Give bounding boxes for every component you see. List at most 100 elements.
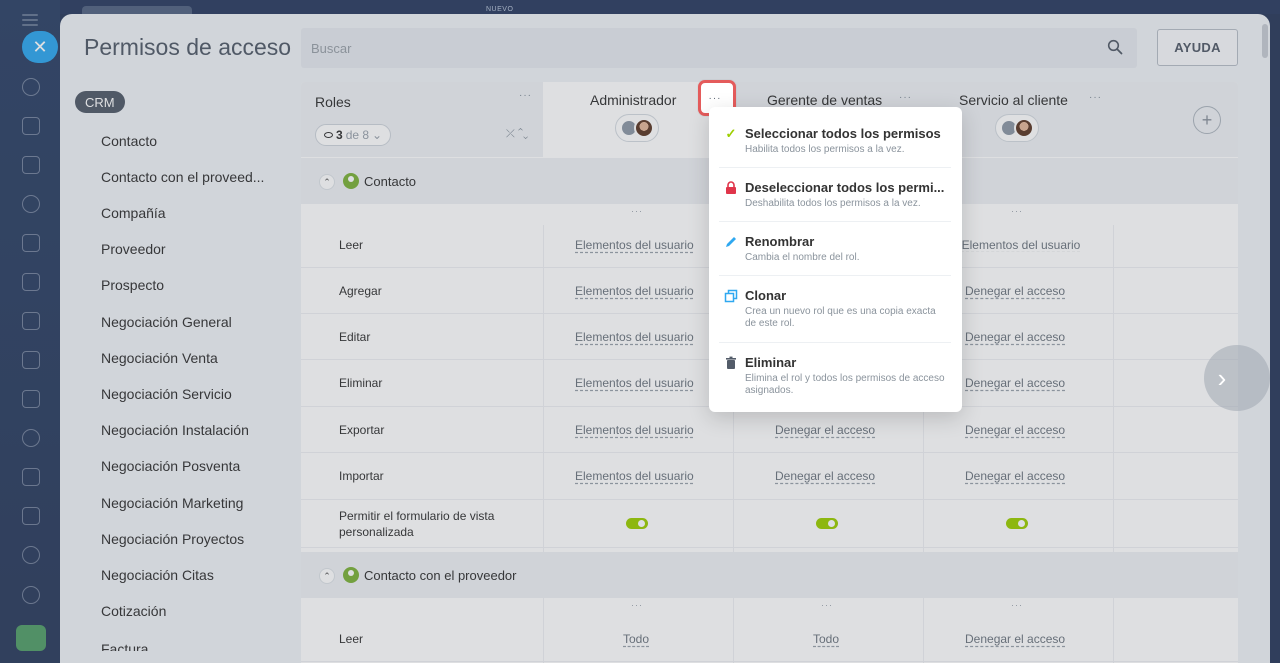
scrollbar[interactable] (1262, 24, 1268, 58)
nav-item-contacto[interactable]: Contacto (101, 133, 157, 149)
chevron-up-icon[interactable]: ⌃ (319, 568, 335, 584)
service-avatars[interactable] (995, 114, 1039, 142)
trash-icon (726, 356, 736, 369)
rocket-icon[interactable] (16, 625, 46, 651)
menu-item-title: Eliminar (745, 355, 797, 370)
tasks-icon[interactable] (22, 468, 40, 486)
search-icon[interactable] (1107, 39, 1123, 55)
collapse-expand-icon[interactable]: ⤫ ⌃⌄ (506, 128, 528, 141)
funnel-icon[interactable] (22, 507, 40, 525)
document-icon[interactable] (22, 273, 40, 291)
nav-item-negociacion-proyectos[interactable]: Negociación Proyectos (101, 531, 244, 547)
search-input[interactable] (311, 28, 1071, 68)
lock-icon (726, 181, 736, 194)
menu-divider (719, 275, 951, 276)
nav-item-factura[interactable]: Factura (101, 641, 148, 651)
row-label: Importar (339, 469, 384, 483)
row-label: Permitir el formulario de vista personal… (339, 509, 495, 539)
nav-item-cotizacion[interactable]: Cotización (101, 603, 166, 619)
nav-item-negociacion-venta[interactable]: Negociación Venta (101, 350, 218, 366)
role-actions-menu: ✓ Seleccionar todos los permisos Habilit… (709, 107, 962, 412)
close-slider-button[interactable]: ✕ (22, 31, 58, 63)
nav-item-compania[interactable]: Compañía (101, 205, 166, 221)
next-arrow-button[interactable]: › (1204, 345, 1270, 411)
permission-cell[interactable]: Elementos del usuario (575, 423, 694, 437)
menu-item-title: Renombrar (745, 234, 815, 249)
permission-cell[interactable]: Elementos del usuario (961, 238, 1081, 252)
row-label: Leer (339, 238, 364, 252)
menu-icon[interactable] (22, 14, 38, 26)
table-row: Permitir el formulario de vista personal… (301, 500, 1238, 548)
service-more-icon[interactable]: ··· (1089, 92, 1102, 103)
roles-label: Roles (315, 94, 351, 110)
crm-section-badge: CRM (75, 91, 125, 113)
toggle-switch[interactable] (626, 518, 648, 529)
permission-cell[interactable]: Denegar el acceso (965, 376, 1065, 390)
table-row: Leer Todo Todo Denegar el acceso (301, 616, 1238, 662)
admin-avatars[interactable] (615, 114, 659, 142)
toggle-switch[interactable] (816, 518, 838, 529)
sites-icon[interactable] (22, 312, 40, 330)
nav-item-negociacion-instalacion[interactable]: Negociación Instalación (101, 422, 249, 438)
permission-cell[interactable]: Elementos del usuario (575, 376, 694, 390)
chevron-down-icon: ⌄ (372, 128, 383, 142)
permission-cell[interactable]: Elementos del usuario (575, 469, 694, 483)
column-more-icon[interactable]: ··· (821, 600, 833, 610)
chevron-up-icon[interactable]: ⌃ (319, 174, 335, 190)
menu-item-title: Clonar (745, 288, 787, 303)
permission-cell[interactable]: Elementos del usuario (575, 330, 694, 344)
permission-cell[interactable]: Denegar el acceso (775, 423, 875, 437)
permission-cell[interactable]: Elementos del usuario (575, 238, 694, 252)
chat-icon[interactable] (22, 117, 40, 135)
calendar-icon[interactable] (22, 234, 40, 252)
shop-icon[interactable] (22, 351, 40, 369)
feed-icon[interactable] (22, 156, 40, 174)
search-bar[interactable] (301, 28, 1137, 68)
roles-filter-pill[interactable]: 3 de 8 ⌄ (315, 124, 392, 146)
menu-item-desc: Crea un nuevo rol que es una copia exact… (745, 306, 936, 329)
employees-icon[interactable] (22, 429, 40, 447)
nav-item-contacto-proveedor[interactable]: Contacto con el proveed... (101, 169, 264, 185)
roles-more-icon[interactable]: ··· (519, 90, 532, 101)
toggle-switch[interactable] (1006, 518, 1028, 529)
user-icon (343, 173, 359, 189)
nav-item-proveedor[interactable]: Proveedor (101, 241, 166, 257)
permission-cell[interactable]: Denegar el acceso (965, 284, 1065, 298)
row-label: Agregar (339, 284, 382, 298)
permission-cell[interactable]: Elementos del usuario (575, 284, 694, 298)
permission-cell[interactable]: Denegar el acceso (965, 330, 1065, 344)
column-more-icon[interactable]: ··· (631, 206, 643, 216)
activity-icon[interactable] (22, 78, 40, 96)
nav-item-negociacion-citas[interactable]: Negociación Citas (101, 567, 214, 583)
menu-item-desc: Cambia el nombre del rol. (745, 252, 860, 263)
crm-icon[interactable] (22, 195, 40, 213)
nav-item-prospecto[interactable]: Prospecto (101, 277, 164, 293)
column-more-icon[interactable]: ··· (631, 600, 643, 610)
permission-cell[interactable]: Denegar el acceso (965, 469, 1065, 483)
section-contacto-proveedor[interactable]: ⌃ Contacto con el proveedor (301, 552, 1238, 598)
role-name-sales: Gerente de ventas (767, 92, 883, 108)
add-role-button[interactable]: + (1193, 106, 1221, 134)
role-name-admin: Administrador (590, 92, 677, 108)
permission-cell[interactable]: Todo (623, 632, 649, 646)
nav-item-negociacion-marketing[interactable]: Negociación Marketing (101, 495, 243, 511)
permission-cell[interactable]: Denegar el acceso (775, 469, 875, 483)
column-more-icon[interactable]: ··· (1011, 600, 1023, 610)
nav-item-negociacion-servicio[interactable]: Negociación Servicio (101, 386, 232, 402)
table-row: Exportar Elementos del usuario Denegar e… (301, 407, 1238, 453)
permission-cell[interactable]: Denegar el acceso (965, 423, 1065, 437)
mail-icon[interactable] (22, 390, 40, 408)
section-title: Contacto con el proveedor (364, 568, 517, 583)
permission-cell[interactable]: Todo (813, 632, 839, 646)
role-name-service: Servicio al cliente (959, 92, 1068, 108)
menu-divider (719, 167, 951, 168)
nav-item-negociacion-general[interactable]: Negociación General (101, 314, 232, 330)
settings-icon[interactable] (22, 586, 40, 604)
help-button[interactable]: AYUDA (1157, 29, 1238, 66)
robot-icon[interactable] (22, 546, 40, 564)
page-title: Permisos de acceso (84, 34, 292, 60)
sales-more-icon[interactable]: ··· (899, 92, 912, 103)
column-more-icon[interactable]: ··· (1011, 206, 1023, 216)
nav-item-negociacion-posventa[interactable]: Negociación Posventa (101, 458, 240, 474)
permission-cell[interactable]: Denegar el acceso (965, 632, 1065, 646)
